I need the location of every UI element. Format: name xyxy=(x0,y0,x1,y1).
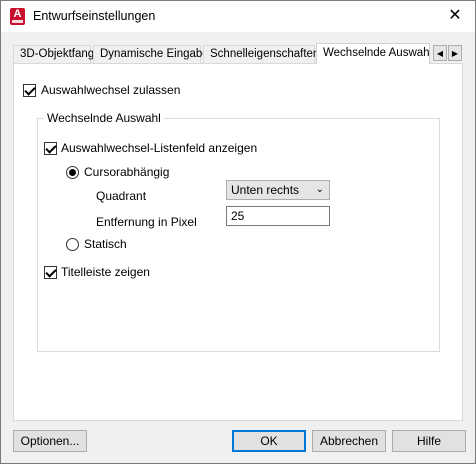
autocad-app-icon: A xyxy=(10,8,25,25)
tab-wechselnde-auswahl[interactable]: Wechselnde Auswahl xyxy=(316,43,430,64)
enable-selection-cycling-checkbox[interactable] xyxy=(23,84,36,97)
distance-label: Entfernung in Pixel xyxy=(96,215,197,229)
arrow-right-icon: ▶ xyxy=(451,49,459,58)
cancel-button[interactable]: Abbrechen xyxy=(312,430,386,452)
distance-value: 25 xyxy=(231,209,245,223)
show-listbox-label[interactable]: Auswahlwechsel-Listenfeld anzeigen xyxy=(61,141,257,155)
cursor-dependent-radio[interactable] xyxy=(66,166,79,179)
group-title: Wechselnde Auswahl xyxy=(44,111,164,125)
distance-input[interactable]: 25 xyxy=(226,206,330,226)
quadrant-select[interactable]: Unten rechts ⌄ xyxy=(226,180,330,200)
enable-selection-cycling-label[interactable]: Auswahlwechsel zulassen xyxy=(41,83,180,97)
close-icon: ✕ xyxy=(448,7,462,24)
options-button[interactable]: Optionen... xyxy=(13,430,87,452)
show-listbox-checkbox[interactable] xyxy=(44,142,57,155)
dialog-window: A Entwurfseinstellungen ✕ 3D-Objektfang … xyxy=(0,0,476,464)
quadrant-label: Quadrant xyxy=(96,189,147,203)
ok-button[interactable]: OK xyxy=(232,430,306,452)
window-title: Entwurfseinstellungen xyxy=(33,9,156,23)
help-button[interactable]: Hilfe xyxy=(392,430,466,452)
cursor-dependent-label[interactable]: Cursorabhängig xyxy=(84,165,169,179)
static-label[interactable]: Statisch xyxy=(84,237,127,251)
static-radio[interactable] xyxy=(66,238,79,251)
quadrant-value: Unten rechts xyxy=(231,183,300,197)
tab-3d-objektfang[interactable]: 3D-Objektfang xyxy=(13,45,94,63)
close-button[interactable]: ✕ xyxy=(435,1,475,32)
selection-cycling-group: Wechselnde Auswahl Auswahlwechsel-Listen… xyxy=(37,111,440,352)
tab-scroll-left-button[interactable]: ◀ xyxy=(433,45,447,61)
tab-scroll-right-button[interactable]: ▶ xyxy=(448,45,462,61)
tab-strip: 3D-Objektfang Dynamische Eingabe Schnell… xyxy=(13,43,463,64)
tab-dynamische-eingabe[interactable]: Dynamische Eingabe xyxy=(93,45,209,63)
show-titlebar-checkbox[interactable] xyxy=(44,266,57,279)
show-titlebar-label[interactable]: Titelleiste zeigen xyxy=(61,265,150,279)
title-bar[interactable]: A Entwurfseinstellungen ✕ xyxy=(1,1,475,32)
tab-schnelleigenschaften[interactable]: Schnelleigenschaften xyxy=(203,45,319,63)
arrow-left-icon: ◀ xyxy=(436,49,444,58)
tab-panel: Auswahlwechsel zulassen Wechselnde Auswa… xyxy=(13,63,463,421)
chevron-down-icon: ⌄ xyxy=(315,184,324,195)
